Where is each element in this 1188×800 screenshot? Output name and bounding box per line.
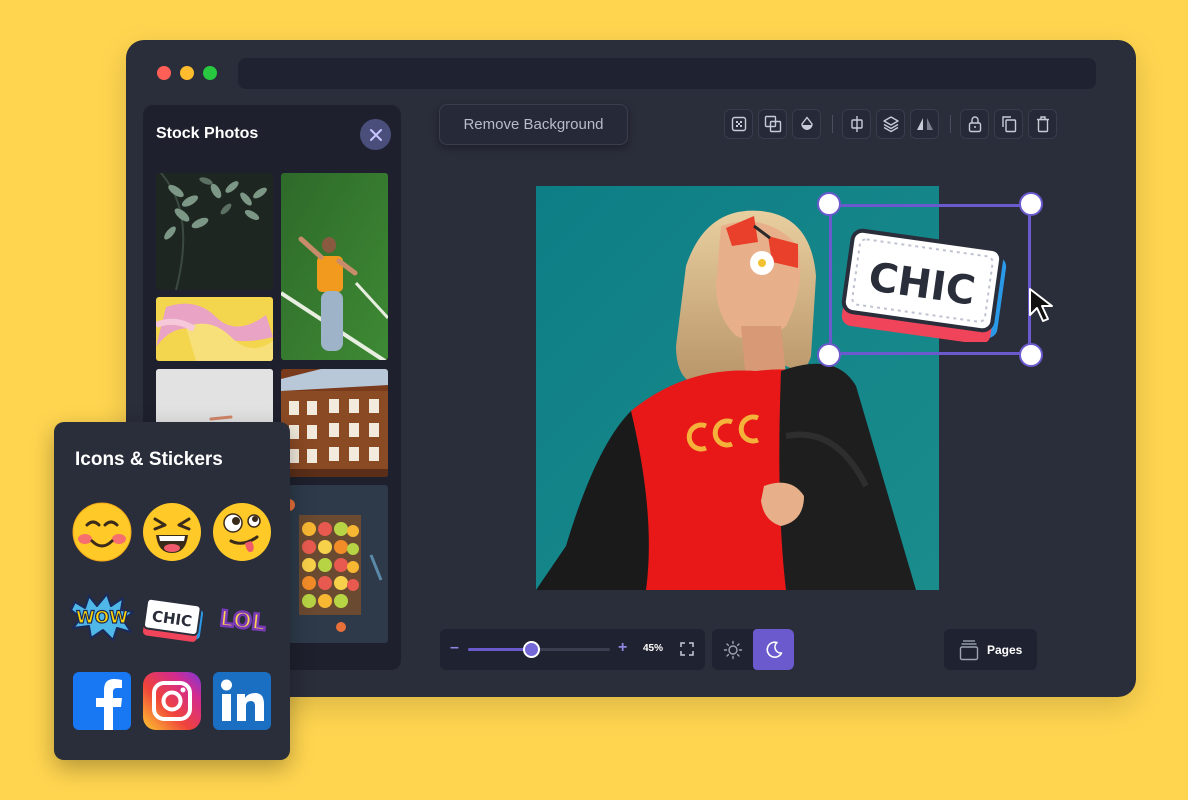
delete-button[interactable] (1028, 109, 1057, 139)
lock-button[interactable] (960, 109, 989, 139)
copy-icon (1001, 116, 1016, 133)
theme-toggle (712, 629, 794, 670)
trash-icon (1036, 116, 1049, 133)
transparency-grid-icon (731, 116, 746, 132)
icons-stickers-panel: Icons & Stickers WOW CHIC LOL (54, 422, 290, 760)
lock-icon (968, 116, 981, 133)
zoom-out-button[interactable]: – (450, 639, 459, 657)
minimize-window-dot[interactable] (180, 66, 194, 80)
lol-sticker-text: LOL (219, 607, 267, 637)
dark-mode-button[interactable] (753, 629, 794, 670)
stock-photo-abstract-paint[interactable] (156, 297, 273, 361)
duplicate-button[interactable] (994, 109, 1023, 139)
chic-small-sticker[interactable]: CHIC (140, 594, 206, 644)
resize-handle-bottom-right[interactable] (1019, 343, 1043, 367)
pages-label: Pages (987, 642, 1023, 657)
stock-photo-girl-grass[interactable] (281, 173, 388, 360)
align-center-icon (850, 116, 863, 132)
overlap-squares-icon (764, 115, 781, 133)
moon-icon (765, 640, 782, 658)
zoom-slider-fill (468, 648, 532, 651)
remove-background-button[interactable]: Remove Background (439, 104, 628, 145)
flip-button[interactable] (910, 109, 939, 139)
close-icon (369, 128, 382, 141)
flip-icon (916, 118, 933, 130)
mouse-cursor-icon (1029, 288, 1053, 322)
blushing-smile-emoji-icon[interactable] (71, 501, 133, 563)
lol-sticker[interactable]: LOL (210, 594, 276, 644)
stock-photo-building[interactable] (281, 369, 388, 477)
silly-emoji-icon[interactable] (211, 501, 273, 563)
instagram-icon[interactable] (143, 672, 201, 730)
stock-photos-title: Stock Photos (156, 125, 259, 142)
zoom-slider-thumb[interactable] (523, 641, 541, 658)
crop-button[interactable] (758, 109, 787, 139)
light-mode-button[interactable] (712, 629, 753, 670)
icons-stickers-title: Icons & Stickers (75, 449, 223, 470)
zoom-in-button[interactable]: + (618, 639, 627, 657)
resize-handle-top-right[interactable] (1019, 192, 1043, 216)
laughing-emoji-icon[interactable] (141, 501, 203, 563)
linkedin-icon[interactable] (213, 672, 271, 730)
pages-button[interactable]: Pages (944, 629, 1037, 670)
zoom-value: 45% (643, 643, 664, 654)
layers-button[interactable] (876, 109, 905, 139)
wow-sticker-text: WOW (76, 608, 128, 628)
maximize-window-dot[interactable] (203, 66, 217, 80)
zoom-controls: – + 45% (440, 629, 705, 670)
facebook-icon[interactable] (73, 672, 131, 730)
pages-icon (959, 639, 979, 660)
fullscreen-icon[interactable] (679, 641, 695, 657)
resize-handle-top-left[interactable] (817, 192, 841, 216)
droplet-half-icon (800, 116, 813, 130)
close-window-dot[interactable] (157, 66, 171, 80)
stock-photo-citrus[interactable] (281, 485, 388, 643)
wow-sticker[interactable]: WOW (69, 592, 135, 642)
opacity-button[interactable] (792, 109, 821, 139)
layers-icon (882, 116, 899, 133)
toolbar-divider (950, 115, 951, 133)
stock-photo-leaves[interactable] (156, 173, 273, 290)
sun-icon (723, 640, 742, 659)
selection-box (829, 204, 1031, 355)
resize-handle-bottom-left[interactable] (817, 343, 841, 367)
window-controls (157, 66, 217, 80)
align-button[interactable] (842, 109, 871, 139)
toolbar-divider (832, 115, 833, 133)
close-panel-button[interactable] (360, 119, 391, 150)
transparency-button[interactable] (724, 109, 753, 139)
address-bar[interactable] (238, 58, 1096, 89)
